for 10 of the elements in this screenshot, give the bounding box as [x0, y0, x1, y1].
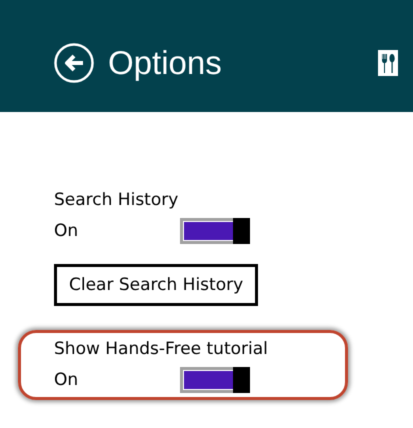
clear-history-button[interactable]: Clear Search History: [54, 264, 258, 306]
toggle-state-text: On: [54, 369, 80, 392]
back-icon[interactable]: [54, 43, 94, 83]
fork-spoon-icon[interactable]: [378, 50, 398, 76]
toggle-switch[interactable]: [180, 218, 250, 244]
page-title: Options: [108, 44, 223, 82]
setting-label: Search History: [54, 189, 180, 212]
toggle-switch[interactable]: [180, 367, 250, 393]
setting-label: Show Hands-Free tutorial: [54, 338, 269, 361]
toggle-state-text: On: [54, 220, 80, 243]
